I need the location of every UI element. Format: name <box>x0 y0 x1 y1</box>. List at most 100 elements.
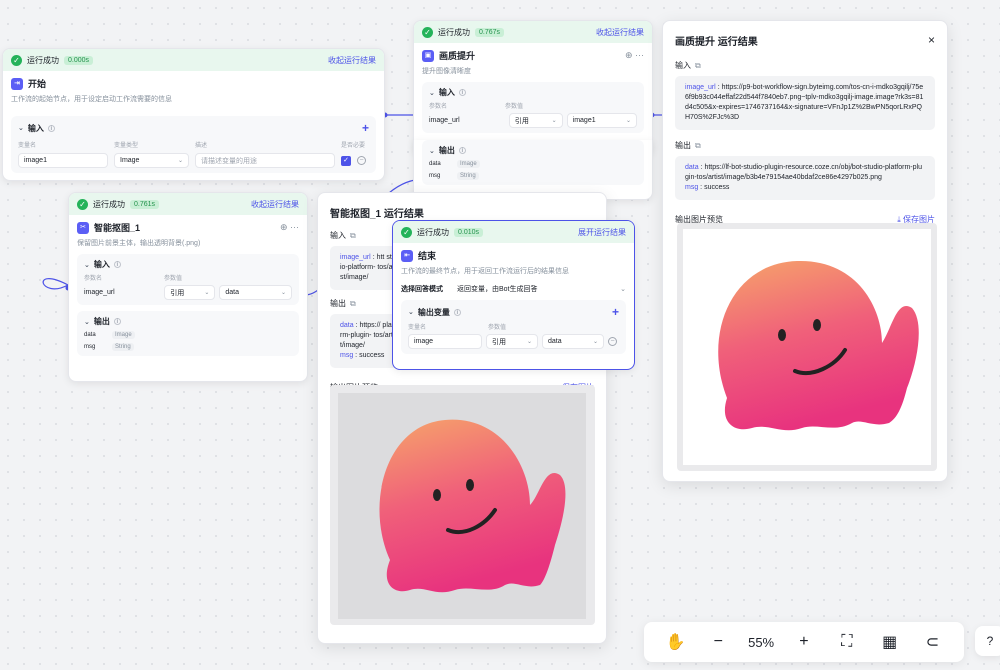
ref-value-select[interactable]: data ⌄ <box>542 334 604 349</box>
fit-view-icon[interactable]: ⛶ <box>832 633 862 651</box>
add-output-button[interactable]: + <box>612 305 619 319</box>
scissors-icon: ✂ <box>77 221 89 234</box>
answer-mode-label: 选择回答模式 <box>401 286 443 293</box>
variable-name-field[interactable]: image <box>408 334 482 349</box>
close-icon[interactable]: × <box>928 33 935 48</box>
col-header: 参数值 <box>488 325 507 331</box>
input-label: 输入 <box>675 61 691 70</box>
check-circle-icon: ✓ <box>77 198 88 210</box>
check-circle-icon: ✓ <box>401 226 412 238</box>
node-desc: 工作流的起始节点，用于设定启动工作流需要的信息 <box>11 96 172 103</box>
node-desc: 保留图片前景主体，输出透明背景(.png) <box>77 240 201 247</box>
panel-title: 画质提升 运行结果 <box>675 37 758 48</box>
col-header: 参数值 <box>505 104 524 110</box>
output-image-preview <box>330 385 595 625</box>
matting-node[interactable]: ✓ 运行成功 0.761s 收起运行结果 ✂ 智能抠图_1 ⊕ ··· 保留图片前景… <box>68 192 308 382</box>
add-variable-button[interactable]: + <box>362 121 369 135</box>
output-name: data <box>429 161 441 167</box>
copy-icon[interactable]: ⧉ <box>695 61 701 71</box>
variable-name-field[interactable]: image1 <box>18 153 108 168</box>
chevron-down-icon[interactable]: ⌄ <box>18 124 24 132</box>
time-badge: 0.000s <box>64 55 94 65</box>
ref-mode-select[interactable]: 引用 ⌄ <box>508 113 563 128</box>
expand-result-link[interactable]: 展开运行结果 <box>578 227 626 238</box>
collapse-result-link[interactable]: 收起运行结果 <box>328 55 376 66</box>
variable-type-select[interactable]: Image ⌄ <box>114 153 189 168</box>
output-label: 输出 <box>330 299 346 308</box>
copy-icon[interactable]: ⧉ <box>350 231 356 241</box>
ref-mode-select[interactable]: 引用 ⌄ <box>164 285 216 300</box>
output-image-preview <box>677 223 937 471</box>
info-icon: i <box>47 124 55 132</box>
ghost-mascot-image <box>683 229 931 465</box>
ref-mode-select[interactable]: 引用 ⌄ <box>486 334 538 349</box>
node-title: 结束 <box>418 251 437 261</box>
info-icon: i <box>453 308 461 316</box>
col-header: 变量类型 <box>114 143 139 149</box>
description-field[interactable]: 请描述变量的用途 <box>195 153 335 168</box>
col-header: 变量名 <box>408 325 427 331</box>
col-header: 描述 <box>195 143 208 149</box>
more-icon[interactable]: ⊕ ··· <box>625 50 644 61</box>
remove-icon[interactable]: − <box>357 156 366 165</box>
param-name: image_url <box>429 117 460 124</box>
start-node[interactable]: ✓ 运行成功 0.000s 收起运行结果 ⇥ 开始 工作流的起始节点，用于设定启动… <box>2 48 385 181</box>
canvas-toolbar: ✋ − 55% + ⛶ ▦ ⊂ <box>644 622 964 662</box>
chevron-down-icon[interactable]: ⌄ <box>429 89 435 97</box>
minimap-icon[interactable]: ▦ <box>875 632 905 652</box>
ref-value-select[interactable]: image1 ⌄ <box>566 113 637 128</box>
check-circle-icon: ✓ <box>422 26 433 38</box>
start-status-bar: ✓ 运行成功 0.000s 收起运行结果 <box>3 49 384 71</box>
output-name: data <box>84 332 96 338</box>
upscale-result-panel[interactable]: 画质提升 运行结果 × 输入 ⧉ image_url : https://p9-bo… <box>662 20 948 482</box>
status-text: 运行成功 <box>27 55 59 65</box>
copy-icon[interactable]: ⧉ <box>350 299 356 309</box>
chevron-down-icon[interactable]: ⌄ <box>429 147 435 155</box>
required-checkbox[interactable]: ✓ <box>341 155 351 166</box>
remove-icon[interactable]: − <box>608 337 617 346</box>
output-label: 输出 <box>675 141 691 150</box>
output-name: msg <box>84 344 96 350</box>
auto-layout-icon[interactable]: ⊂ <box>917 632 947 652</box>
collapse-result-link[interactable]: 收起运行结果 <box>251 199 299 210</box>
chevron-down-icon[interactable]: ⌄ <box>84 261 90 269</box>
output-code-box: data : https://lf-bot-studio-plugin-reso… <box>675 156 935 200</box>
info-icon: i <box>458 89 466 96</box>
answer-mode-select[interactable]: 返回变量，由Bot生成回答 <box>457 284 538 294</box>
output-section-title: 输出 <box>438 146 455 155</box>
input-label: 输入 <box>330 231 346 240</box>
node-title: 画质提升 <box>439 51 476 61</box>
chevron-down-icon: ⌄ <box>177 158 183 164</box>
status-text: 运行成功 <box>417 227 449 237</box>
end-node[interactable]: ✓ 运行成功 0.010s 展开运行结果 ⇤ 结束 工作流的最终节点，用于返回工作… <box>392 220 635 370</box>
collapse-result-link[interactable]: 收起运行结果 <box>596 27 644 38</box>
type-tag: String <box>112 343 134 351</box>
time-badge: 0.010s <box>454 227 484 237</box>
col-header: 参数值 <box>164 276 183 282</box>
node-desc: 工作流的最终节点，用于返回工作流运行后的结果信息 <box>401 268 569 275</box>
zoom-level[interactable]: 55% <box>746 635 776 650</box>
chevron-down-icon[interactable]: ⌄ <box>408 308 414 316</box>
col-header: 参数名 <box>84 276 103 282</box>
help-icon[interactable]: ? <box>975 626 1000 656</box>
ref-value-select[interactable]: data ⌄ <box>219 285 292 300</box>
zoom-in-button[interactable]: + <box>789 633 819 651</box>
type-tag: Image <box>112 331 135 339</box>
node-title: 开始 <box>28 79 47 89</box>
end-icon: ⇤ <box>401 249 413 262</box>
chevron-down-icon[interactable]: ⌄ <box>84 318 90 326</box>
zoom-out-button[interactable]: − <box>703 633 733 651</box>
copy-icon[interactable]: ⧉ <box>695 141 701 151</box>
more-icon[interactable]: ⊕ ··· <box>280 222 299 233</box>
output-section-title: 输出变量 <box>417 307 450 317</box>
chevron-down-icon[interactable]: ⌄ <box>620 285 626 293</box>
hand-tool-icon[interactable]: ✋ <box>660 632 690 652</box>
time-badge: 0.761s <box>130 199 160 209</box>
image-icon: ▣ <box>422 49 434 62</box>
info-icon: i <box>458 147 466 154</box>
status-text: 运行成功 <box>438 27 470 37</box>
input-code-box: image_url : https://p9-bot-workflow-sign… <box>675 76 935 130</box>
upscale-node[interactable]: ✓ 运行成功 0.767s 收起运行结果 ▣ 画质提升 ⊕ ··· 提升图像清晰度 … <box>413 20 653 155</box>
col-header: 变量名 <box>18 143 37 149</box>
node-title: 智能抠图_1 <box>94 223 141 233</box>
